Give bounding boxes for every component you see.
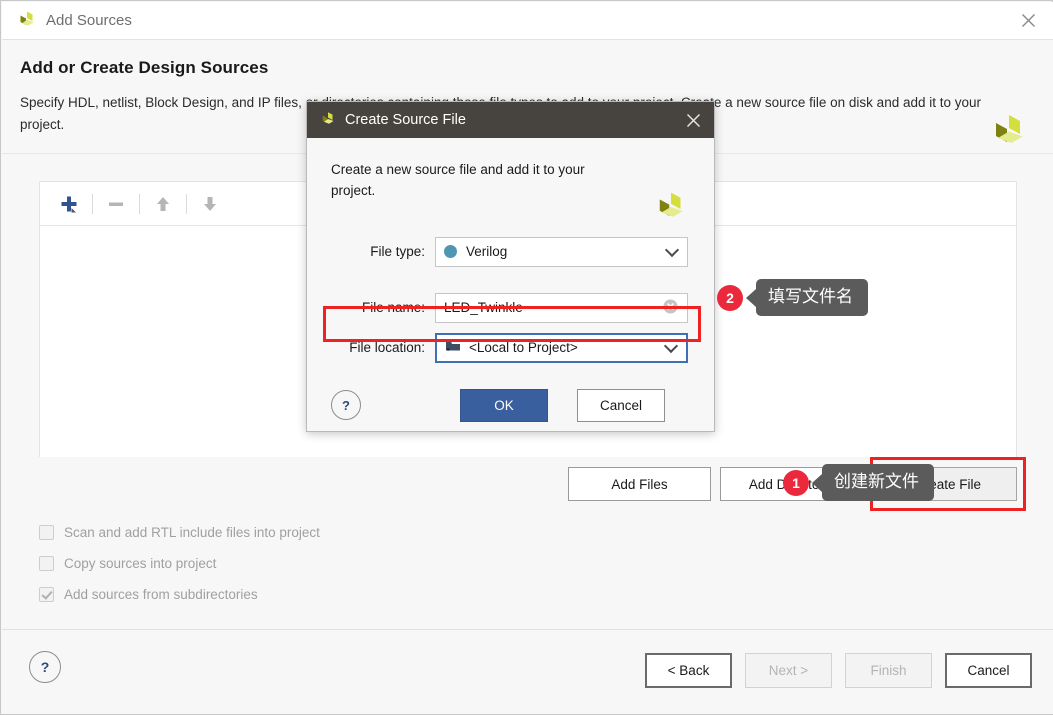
file-location-row: File location: <Local to Project> <box>331 332 690 363</box>
toolbar-divider <box>186 193 187 214</box>
file-type-label: File type: <box>370 244 425 260</box>
close-icon[interactable] <box>676 105 710 135</box>
modal-description: Create a new source file and add it to y… <box>331 162 585 198</box>
finish-label: Finish <box>870 663 907 678</box>
checkbox-scan-rtl[interactable] <box>39 525 54 540</box>
toolbar-divider <box>92 193 93 214</box>
back-label: < Back <box>667 663 710 678</box>
annotation-1-arrow <box>812 473 822 492</box>
modal-titlebar: Create Source File <box>307 102 714 138</box>
verilog-dot-icon <box>444 245 457 259</box>
file-type-row: File type: Verilog <box>331 236 690 267</box>
file-name-label: File name: <box>361 300 425 316</box>
annotation-2-badge: 2 <box>717 284 743 311</box>
option-scan-rtl-label: Scan and add RTL include files into proj… <box>64 525 320 540</box>
add-files-button[interactable]: Add Files <box>568 467 711 501</box>
cancel-button[interactable]: Cancel <box>945 653 1032 688</box>
clear-icon[interactable] <box>663 299 678 317</box>
option-scan-rtl[interactable]: Scan and add RTL include files into proj… <box>39 517 320 548</box>
modal-cancel-button[interactable]: Cancel <box>577 389 665 422</box>
toolbar-divider <box>139 193 140 214</box>
cancel-label: Cancel <box>967 663 1010 678</box>
wizard-nav-buttons: < Back Next > Finish Cancel <box>645 653 1032 688</box>
plus-icon[interactable] <box>50 186 88 222</box>
minus-icon[interactable] <box>97 186 135 222</box>
checkbox-add-subdirs[interactable] <box>39 587 54 602</box>
help-button[interactable]: ? <box>29 651 61 683</box>
ok-label: OK <box>494 398 514 413</box>
option-copy-sources-label: Copy sources into project <box>64 556 217 571</box>
annotation-1: 1 创建新文件 <box>783 464 934 501</box>
back-button[interactable]: < Back <box>645 653 732 688</box>
annotation-1-text: 创建新文件 <box>822 464 934 501</box>
wizard-footer: ? < Back Next > Finish Cancel CSDN @Arch… <box>2 630 1053 714</box>
arrow-down-icon[interactable] <box>191 186 229 222</box>
checkbox-copy-sources[interactable] <box>39 556 54 571</box>
option-copy-sources[interactable]: Copy sources into project <box>39 548 320 579</box>
modal-title: Create Source File <box>345 112 466 128</box>
annotation-2: 2 填写文件名 <box>717 279 868 316</box>
file-name-row: File name: LED_Twinkle <box>331 292 690 323</box>
page-title: Add or Create Design Sources <box>20 58 269 77</box>
ok-button[interactable]: OK <box>460 389 548 422</box>
chevron-down-icon <box>664 242 680 257</box>
option-add-subdirs-label: Add sources from subdirectories <box>64 587 258 602</box>
xilinx-logo-icon <box>652 190 690 228</box>
annotation-2-text: 填写文件名 <box>756 279 868 316</box>
help-label: ? <box>40 659 50 675</box>
option-add-subdirs[interactable]: Add sources from subdirectories <box>39 579 320 610</box>
window-titlebar: Add Sources <box>2 2 1053 40</box>
file-type-value: Verilog <box>466 244 508 260</box>
modal-cancel-label: Cancel <box>599 398 643 413</box>
add-sources-window: Add Sources Add or Create Design Sources… <box>0 0 1053 715</box>
close-icon[interactable] <box>1003 2 1053 39</box>
annotation-1-badge: 1 <box>783 469 809 496</box>
xilinx-logo-icon <box>319 111 337 129</box>
source-options: Scan and add RTL include files into proj… <box>39 517 320 610</box>
folder-icon <box>445 339 461 356</box>
modal-help-button[interactable]: ? <box>331 390 361 420</box>
file-name-value: LED_Twinkle <box>444 300 523 316</box>
file-location-label: File location: <box>349 340 425 356</box>
file-name-input[interactable]: LED_Twinkle <box>435 292 688 323</box>
file-type-select[interactable]: Verilog <box>435 236 688 267</box>
create-source-file-dialog: Create Source File Create a new source f… <box>306 101 715 432</box>
file-location-select[interactable]: <Local to Project> <box>435 332 688 363</box>
xilinx-logo-icon <box>16 10 38 32</box>
finish-button: Finish <box>845 653 932 688</box>
annotation-2-arrow <box>746 288 756 307</box>
next-label: Next > <box>768 663 809 678</box>
arrow-up-icon[interactable] <box>144 186 182 222</box>
add-files-label: Add Files <box>611 476 668 492</box>
modal-body: Create a new source file and add it to y… <box>307 138 714 432</box>
modal-help-label: ? <box>342 397 350 413</box>
window-title: Add Sources <box>46 12 132 29</box>
next-button: Next > <box>745 653 832 688</box>
file-location-value: <Local to Project> <box>469 340 578 356</box>
chevron-down-icon <box>663 338 679 353</box>
xilinx-logo-icon <box>987 112 1031 156</box>
